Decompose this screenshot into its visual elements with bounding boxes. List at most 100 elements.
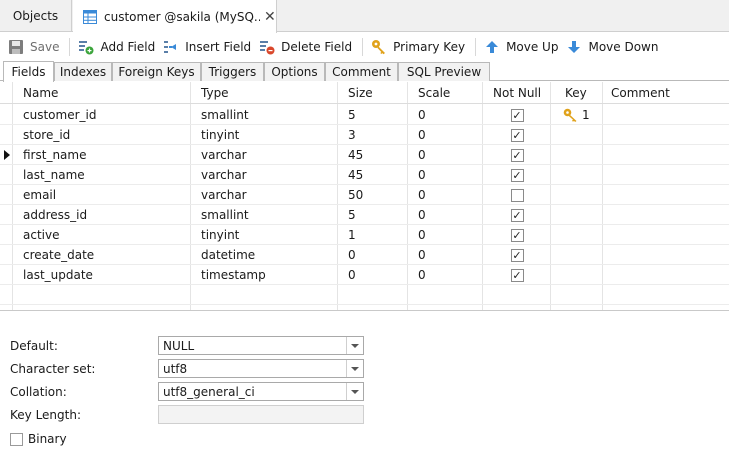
cell-name[interactable]: last_update: [13, 265, 191, 285]
cell-size[interactable]: 5: [338, 105, 408, 125]
table-row[interactable]: store_id tinyint 3 0 ✓: [0, 125, 729, 145]
cell-size[interactable]: 3: [338, 125, 408, 145]
table-row[interactable]: last_name varchar 45 0 ✓: [0, 165, 729, 185]
cell-not-null[interactable]: ✓: [483, 105, 551, 125]
collation-combobox[interactable]: utf8_general_ci: [158, 382, 364, 401]
primary-key-button[interactable]: Primary Key: [371, 35, 465, 59]
tab-triggers[interactable]: Triggers: [201, 62, 264, 81]
cell-size[interactable]: 45: [338, 165, 408, 185]
close-tab-icon[interactable]: ✕: [264, 9, 276, 25]
default-combobox[interactable]: NULL: [158, 336, 364, 355]
cell-name[interactable]: customer_id: [13, 105, 191, 125]
not-null-checkbox[interactable]: ✓: [510, 168, 524, 182]
cell-scale[interactable]: 0: [408, 245, 483, 265]
cell-not-null[interactable]: [483, 185, 551, 205]
header-type[interactable]: Type: [191, 82, 338, 104]
cell-name[interactable]: first_name: [13, 145, 191, 165]
cell-size[interactable]: 5: [338, 205, 408, 225]
add-field-button[interactable]: Add Field: [78, 35, 155, 59]
move-up-button[interactable]: Move Up: [484, 35, 558, 59]
cell-not-null[interactable]: ✓: [483, 225, 551, 245]
table-row[interactable]: email varchar 50 0: [0, 185, 729, 205]
tab-foreign-keys[interactable]: Foreign Keys: [112, 62, 201, 81]
header-size[interactable]: Size: [338, 82, 408, 104]
cell-scale[interactable]: 0: [408, 165, 483, 185]
not-null-checkbox[interactable]: ✓: [510, 268, 524, 282]
delete-field-button[interactable]: Delete Field: [259, 35, 352, 59]
header-name[interactable]: Name: [13, 82, 191, 104]
key-length-input[interactable]: [158, 405, 364, 424]
not-null-checkbox[interactable]: ✓: [510, 108, 524, 122]
cell-not-null[interactable]: ✓: [483, 205, 551, 225]
save-button[interactable]: Save: [8, 35, 59, 59]
cell-name[interactable]: last_name: [13, 165, 191, 185]
table-row[interactable]: last_update timestamp 0 0 ✓: [0, 265, 729, 285]
collation-dropdown-button[interactable]: [346, 383, 363, 400]
cell-type[interactable]: timestamp: [191, 265, 338, 285]
default-dropdown-button[interactable]: [346, 337, 363, 354]
tab-fields[interactable]: Fields: [3, 61, 54, 82]
cell-not-null[interactable]: ✓: [483, 245, 551, 265]
cell-scale[interactable]: 0: [408, 265, 483, 285]
not-null-checkbox[interactable]: ✓: [510, 208, 524, 222]
not-null-checkbox[interactable]: [510, 188, 524, 202]
header-not-null[interactable]: Not Null: [483, 82, 551, 104]
cell-type[interactable]: varchar: [191, 165, 338, 185]
charset-dropdown-button[interactable]: [346, 360, 363, 377]
tab-objects[interactable]: Objects: [0, 0, 72, 32]
tab-options[interactable]: Options: [264, 62, 325, 81]
tab-indexes[interactable]: Indexes: [54, 62, 112, 81]
cell-scale[interactable]: 0: [408, 205, 483, 225]
not-null-checkbox[interactable]: ✓: [510, 148, 524, 162]
binary-checkbox[interactable]: Binary: [10, 432, 67, 446]
header-key[interactable]: Key: [551, 82, 603, 104]
cell-size[interactable]: 0: [338, 245, 408, 265]
table-row[interactable]: active tinyint 1 0 ✓: [0, 225, 729, 245]
cell-scale[interactable]: 0: [408, 145, 483, 165]
binary-checkbox-box[interactable]: [10, 432, 23, 446]
table-row[interactable]: customer_id smallint 5 0 ✓ 1: [0, 105, 729, 125]
cell-not-null[interactable]: ✓: [483, 145, 551, 165]
cell-type[interactable]: tinyint: [191, 225, 338, 245]
cell-type[interactable]: tinyint: [191, 125, 338, 145]
not-null-checkbox[interactable]: ✓: [510, 248, 524, 262]
tab-sql-preview[interactable]: SQL Preview: [398, 62, 490, 81]
cell-type[interactable]: varchar: [191, 185, 338, 205]
not-null-checkbox[interactable]: ✓: [510, 228, 524, 242]
cell-name[interactable]: email: [13, 185, 191, 205]
table-row[interactable]: address_id smallint 5 0 ✓: [0, 205, 729, 225]
charset-combobox[interactable]: utf8: [158, 359, 364, 378]
table-row[interactable]: [0, 305, 729, 310]
cell-type[interactable]: varchar: [191, 145, 338, 165]
cell-size[interactable]: 50: [338, 185, 408, 205]
tab-customer-table[interactable]: customer @sakila (MySQ... ✕: [73, 0, 277, 33]
cell-scale[interactable]: 0: [408, 125, 483, 145]
cell-name[interactable]: create_date: [13, 245, 191, 265]
cell-scale[interactable]: 0: [408, 225, 483, 245]
table-row[interactable]: create_date datetime 0 0 ✓: [0, 245, 729, 265]
cell-not-null[interactable]: ✓: [483, 125, 551, 145]
not-null-checkbox[interactable]: ✓: [510, 128, 524, 142]
cell-scale[interactable]: 0: [408, 105, 483, 125]
cell-size[interactable]: 45: [338, 145, 408, 165]
cell-name[interactable]: address_id: [13, 205, 191, 225]
move-down-button[interactable]: Move Down: [566, 35, 658, 59]
cell-type[interactable]: smallint: [191, 205, 338, 225]
move-down-label: Move Down: [588, 40, 659, 54]
table-row[interactable]: first_name varchar 45 0 ✓: [0, 145, 729, 165]
insert-field-button[interactable]: Insert Field: [163, 35, 251, 59]
cell-not-null[interactable]: ✓: [483, 265, 551, 285]
table-row[interactable]: [0, 285, 729, 305]
cell-type[interactable]: datetime: [191, 245, 338, 265]
cell-type[interactable]: smallint: [191, 105, 338, 125]
cell-name[interactable]: store_id: [13, 125, 191, 145]
tab-comment[interactable]: Comment: [325, 62, 398, 81]
cell-not-null[interactable]: ✓: [483, 165, 551, 185]
cell-size[interactable]: 0: [338, 265, 408, 285]
cell-key[interactable]: 1: [551, 105, 603, 125]
cell-name[interactable]: active: [13, 225, 191, 245]
cell-size[interactable]: 1: [338, 225, 408, 245]
header-scale[interactable]: Scale: [408, 82, 483, 104]
header-comment[interactable]: Comment: [603, 82, 729, 104]
cell-scale[interactable]: 0: [408, 185, 483, 205]
